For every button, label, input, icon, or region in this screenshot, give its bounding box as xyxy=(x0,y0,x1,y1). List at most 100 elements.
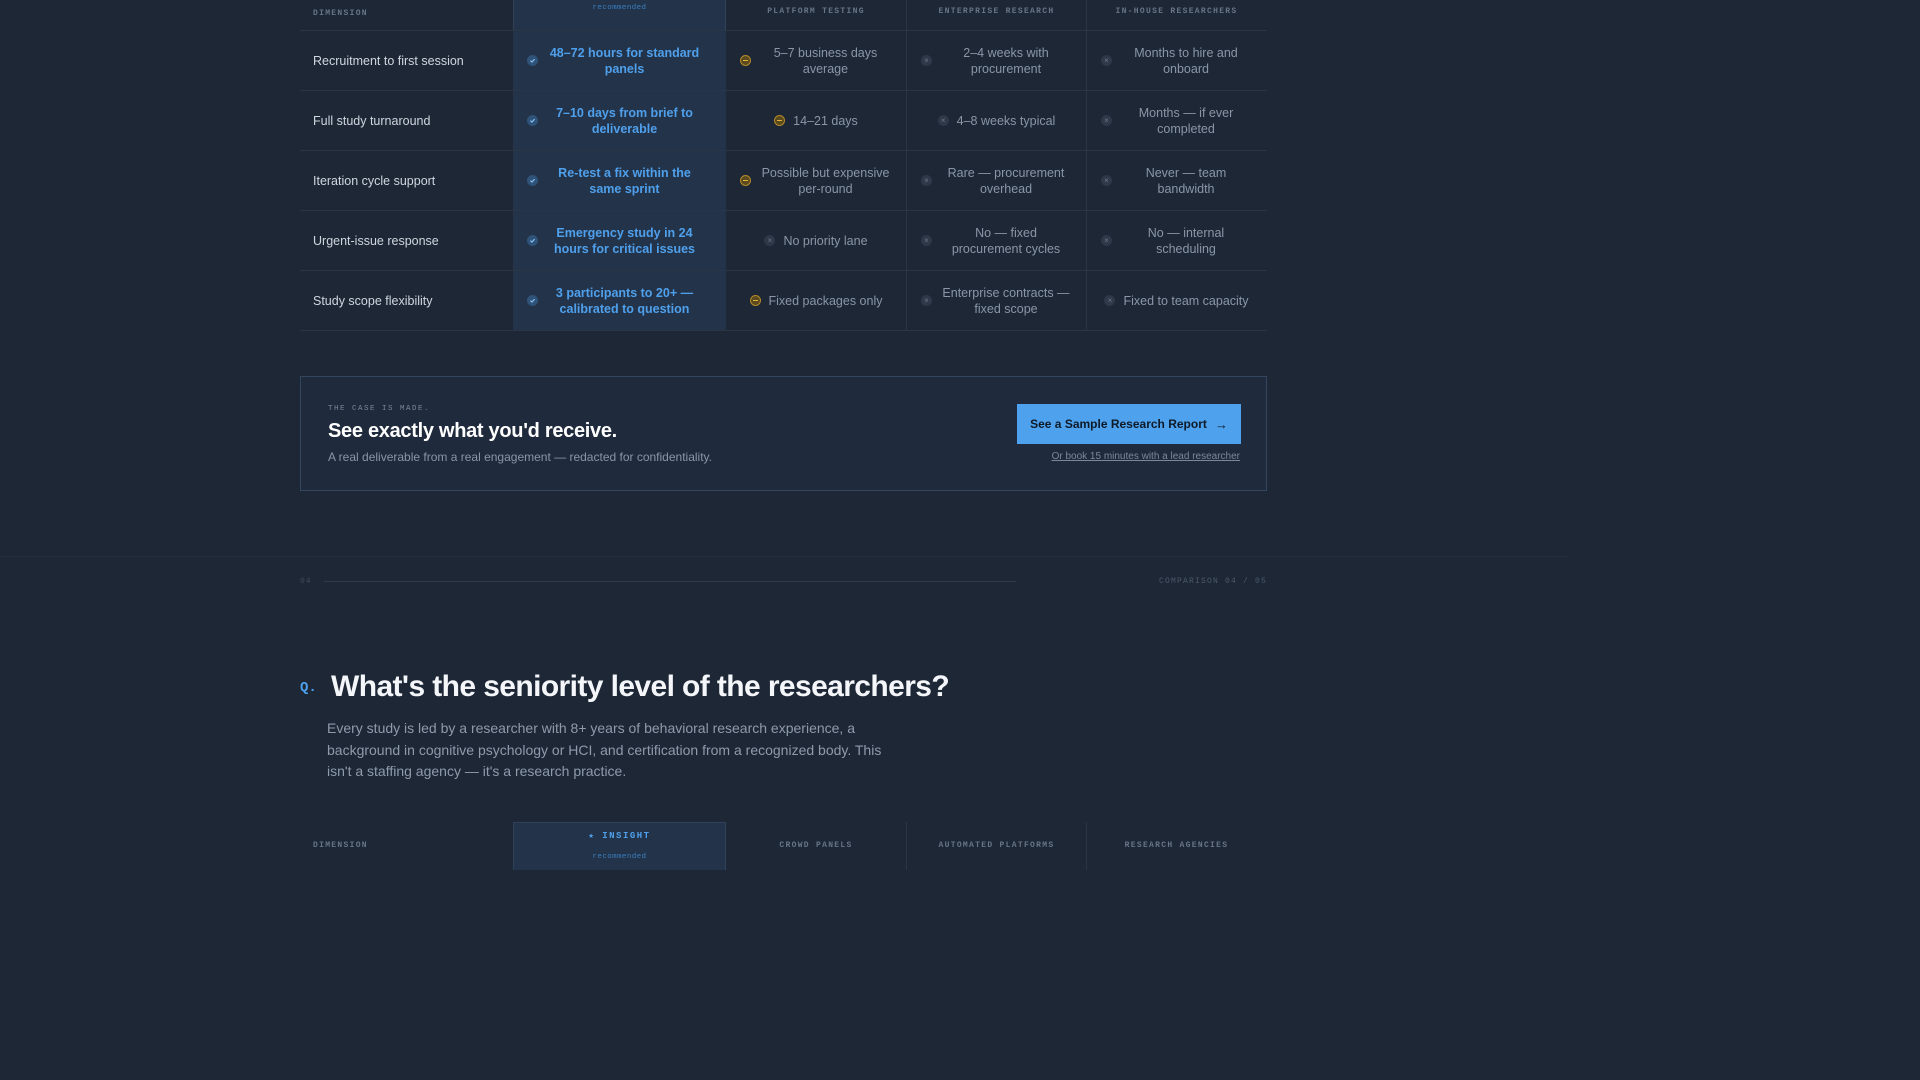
x-icon: × xyxy=(921,295,932,306)
sample-report-button[interactable]: See a Sample Research Report → xyxy=(1017,404,1241,444)
check-icon xyxy=(527,235,538,246)
header-insight-sub: recommended xyxy=(592,4,647,12)
comparison-counter: COMPARISON 04 / 05 xyxy=(1158,577,1267,586)
x-icon: × xyxy=(921,235,932,246)
x-icon: × xyxy=(1101,235,1112,246)
arrow-right-icon: → xyxy=(1214,416,1228,432)
table-row: Iteration cycle support Re-test a fix wit… xyxy=(300,151,1267,211)
check-icon xyxy=(527,295,538,306)
cta-title: See exactly what you'd receive. xyxy=(328,420,617,442)
table-row: Study scope flexibility 3 participants to… xyxy=(300,271,1267,331)
table-header-row: DIMENSION ★ INSIGHT recommended CROWD PA… xyxy=(300,822,1267,870)
competitor-text: Enterprise contracts — fixed scope xyxy=(942,285,1070,316)
header-insight-name: ★ INSIGHT xyxy=(588,831,651,841)
header-col-platform-testing: PLATFORM TESTING xyxy=(767,7,865,16)
comparison-table-1: DIMENSION recommended PLATFORM TESTING E… xyxy=(300,0,1267,331)
row-dimension: Full study turnaround xyxy=(313,113,431,128)
header-dimension: DIMENSION xyxy=(313,9,368,18)
competitor-text: No priority lane xyxy=(783,233,868,248)
row-competitor-value: × 2–4 weeks with procurement xyxy=(906,31,1086,90)
header-col-research-agencies: RESEARCH AGENCIES xyxy=(1086,822,1266,870)
row-competitor-value: × No — internal scheduling xyxy=(1086,211,1266,270)
table-row: Recruitment to first session 48–72 hours … xyxy=(300,31,1267,91)
row-competitor-value: × Never — team bandwidth xyxy=(1086,151,1266,210)
row-competitor-value: × Fixed to team capacity xyxy=(1086,271,1266,330)
x-icon: × xyxy=(1104,295,1116,306)
question-body: Every study is led by a researcher with … xyxy=(327,720,882,779)
sample-report-button-label: See a Sample Research Report xyxy=(1030,417,1207,431)
competitor-text: Months to hire and onboard xyxy=(1134,45,1238,76)
row-competitor-value: × No — fixed procurement cycles xyxy=(906,211,1086,270)
competitor-text: Possible but expensive per-round xyxy=(761,165,890,196)
row-competitor-value: 5–7 business days average xyxy=(726,31,906,90)
section-divider xyxy=(0,556,1568,557)
row-dimension: Iteration cycle support xyxy=(313,173,436,188)
row-dimension: Study scope flexibility xyxy=(313,293,433,308)
competitor-text: 14–21 days xyxy=(793,113,858,128)
competitor-text: 5–7 business days average xyxy=(773,45,878,76)
question-marker: Q. xyxy=(300,680,317,696)
header-insight: ★ INSIGHT recommended xyxy=(513,822,726,870)
header-col-crowd-panels: CROWD PANELS xyxy=(779,841,853,850)
partial-icon xyxy=(740,175,751,186)
insight-text: 7–10 days from brief to deliverable xyxy=(556,105,693,136)
row-competitor-value: × 4–8 weeks typical xyxy=(906,91,1086,150)
competitor-text: 4–8 weeks typical xyxy=(956,113,1056,128)
insight-text: 48–72 hours for standard panels xyxy=(549,45,700,76)
partial-icon xyxy=(774,115,786,126)
competitor-text: Fixed to team capacity xyxy=(1123,293,1249,308)
competitor-text: 2–4 weeks with procurement xyxy=(963,45,1049,76)
header-dimension: DIMENSION xyxy=(313,841,368,850)
table-row: Full study turnaround 7–10 days from brie… xyxy=(300,91,1267,151)
row-competitor-value: × Months to hire and onboard xyxy=(1086,31,1266,90)
section-number: 04 xyxy=(300,577,312,586)
cta-kicker: THE CASE IS MADE. xyxy=(328,405,431,413)
row-dimension: Urgent-issue response xyxy=(313,233,439,248)
row-insight-value: Emergency study in 24 hours for critical… xyxy=(513,211,726,270)
insight-text: Emergency study in 24 hours for critical… xyxy=(553,225,696,256)
check-icon xyxy=(527,115,538,126)
partial-icon xyxy=(749,295,761,306)
row-competitor-value: 14–21 days xyxy=(726,91,906,150)
x-icon: × xyxy=(764,235,776,246)
competitor-text: No — internal scheduling xyxy=(1147,225,1225,256)
row-insight-value: Re-test a fix within the same sprint xyxy=(513,151,726,210)
book-researcher-link[interactable]: Or book 15 minutes with a lead researche… xyxy=(1052,451,1240,462)
header-col-enterprise-research: ENTERPRISE RESEARCH xyxy=(906,0,1086,30)
row-insight-value: 48–72 hours for standard panels xyxy=(513,31,726,90)
x-icon: × xyxy=(921,175,932,186)
question-title: What's the seniority level of the resear… xyxy=(331,670,950,703)
comparison-table-2: DIMENSION ★ INSIGHT recommended CROWD PA… xyxy=(300,822,1267,870)
row-insight-value: 7–10 days from brief to deliverable xyxy=(513,91,726,150)
x-icon: × xyxy=(1101,115,1112,126)
x-icon: × xyxy=(1101,175,1112,186)
row-competitor-value: × Enterprise contracts — fixed scope xyxy=(906,271,1086,330)
header-insight: recommended xyxy=(513,0,726,30)
header-col-automated-platforms: AUTOMATED PLATFORMS xyxy=(906,822,1086,870)
row-competitor-value: Fixed packages only xyxy=(726,271,906,330)
x-icon: × xyxy=(937,115,949,126)
x-icon: × xyxy=(1101,55,1112,66)
insight-text: Re-test a fix within the same sprint xyxy=(558,165,691,196)
competitor-text: Never — team bandwidth xyxy=(1145,165,1227,196)
x-icon: × xyxy=(921,55,932,66)
row-competitor-value: Possible but expensive per-round xyxy=(726,151,906,210)
row-competitor-value: × No priority lane xyxy=(726,211,906,270)
row-competitor-value: × Months — if ever completed xyxy=(1086,91,1266,150)
cta-subtitle: A real deliverable from a real engagemen… xyxy=(328,450,712,464)
row-competitor-value: × Rare — procurement overhead xyxy=(906,151,1086,210)
check-icon xyxy=(527,175,538,186)
competitor-text: Months — if ever completed xyxy=(1138,105,1234,136)
competitor-text: Fixed packages only xyxy=(768,293,883,308)
competitor-text: Rare — procurement overhead xyxy=(947,165,1065,196)
check-icon xyxy=(527,55,538,66)
cta-panel: THE CASE IS MADE. See exactly what you'd… xyxy=(300,376,1267,491)
table-row: Urgent-issue response Emergency study in … xyxy=(300,211,1267,271)
competitor-text: No — fixed procurement cycles xyxy=(951,225,1061,256)
table-header-row: DIMENSION recommended PLATFORM TESTING E… xyxy=(300,0,1267,31)
header-insight-sub: recommended xyxy=(592,853,647,861)
row-dimension: Recruitment to first session xyxy=(313,53,464,68)
row-insight-value: 3 participants to 20+ — calibrated to qu… xyxy=(513,271,726,330)
header-col-in-house-researchers: IN-HOUSE RESEARCHERS xyxy=(1086,0,1266,30)
insight-text: 3 participants to 20+ — calibrated to qu… xyxy=(555,285,694,316)
